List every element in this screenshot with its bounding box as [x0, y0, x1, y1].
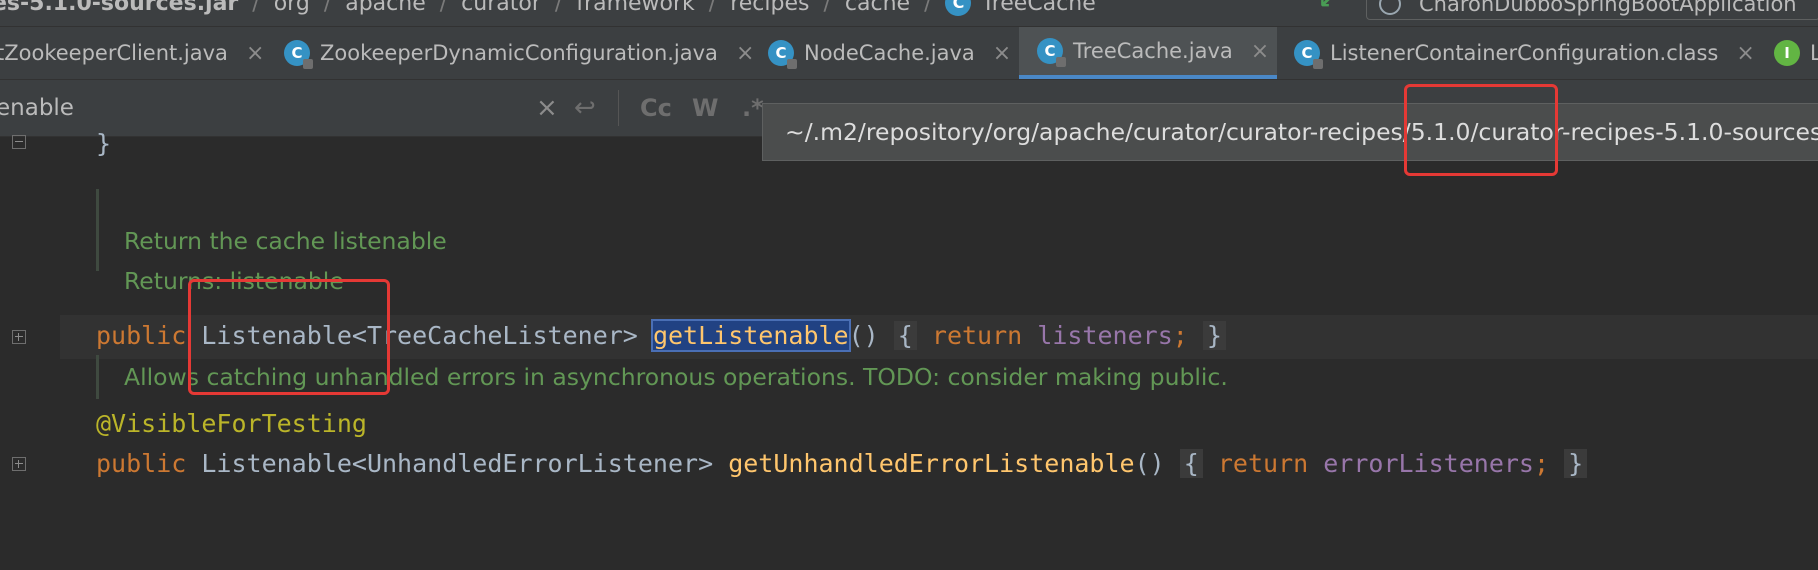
- breadcrumb-item[interactable]: curator: [461, 0, 541, 16]
- code-line: }: [96, 129, 112, 158]
- tab-label: NodeCache.java: [804, 41, 975, 65]
- tab-label: TreeCache.java: [1073, 39, 1233, 63]
- spring-boot-icon: [1379, 0, 1401, 15]
- tab-zookeeper-dynamic-configuration[interactable]: C ZookeeperDynamicConfiguration.java ×: [284, 27, 754, 79]
- breadcrumb-separator: /: [439, 0, 448, 16]
- close-icon[interactable]: ×: [246, 41, 264, 66]
- breadcrumb-item[interactable]: recipes: [730, 0, 809, 16]
- tab-label: tZookeeperClient.java: [0, 41, 228, 65]
- breadcrumb-separator: /: [924, 0, 932, 16]
- search-match: getListenable: [650, 319, 851, 352]
- tab-label: ListenerContainerConfiguration.class: [1330, 41, 1719, 65]
- breadcrumb-separator: /: [323, 0, 332, 16]
- build-hammer-icon[interactable]: ↙: [1318, 0, 1338, 16]
- class-icon: C: [284, 40, 313, 69]
- tab-label: L: [1810, 41, 1818, 65]
- find-divider: [618, 90, 619, 126]
- tab-tree-cache[interactable]: C TreeCache.java ×: [1019, 27, 1277, 79]
- doc-comment-line: Return the cache listenable: [124, 227, 447, 255]
- breadcrumb-item[interactable]: cache: [845, 0, 910, 16]
- run-configuration-label: CharonDubboSpringBootApplication: [1419, 0, 1797, 16]
- class-icon: C: [768, 40, 797, 69]
- class-icon: C: [1294, 40, 1323, 69]
- doc-comment-bar: [96, 355, 99, 399]
- file-path-tooltip: ~/.m2/repository/org/apache/curator/cura…: [762, 103, 1818, 161]
- doc-comment-bar: [96, 189, 99, 271]
- breadcrumb-item[interactable]: apache: [345, 0, 426, 16]
- expand-fold-icon[interactable]: [12, 457, 26, 471]
- tab-label: ZookeeperDynamicConfiguration.java: [320, 41, 718, 65]
- close-icon[interactable]: ×: [736, 41, 754, 66]
- regex-button[interactable]: .*: [742, 80, 764, 136]
- tab-listener-container-configuration[interactable]: C ListenerContainerConfiguration.class ×: [1294, 27, 1755, 79]
- tab-interface[interactable]: I L: [1774, 27, 1818, 79]
- breadcrumb-item-class[interactable]: TreeCache: [981, 0, 1095, 16]
- close-icon[interactable]: ×: [1251, 39, 1269, 64]
- breadcrumb-item[interactable]: framework: [576, 0, 694, 16]
- breadcrumb-item-jar[interactable]: es-5.1.0-sources.jar: [0, 0, 238, 16]
- fold-icon[interactable]: [12, 135, 26, 149]
- close-icon[interactable]: ×: [993, 41, 1011, 66]
- class-icon: C: [1037, 38, 1066, 67]
- clear-search-icon[interactable]: ×: [536, 80, 558, 136]
- return-type-highlight-box: [188, 279, 390, 395]
- breadcrumb-bar: es-5.1.0-sources.jar / org / apache / cu…: [0, 0, 1818, 27]
- breadcrumb: es-5.1.0-sources.jar / org / apache / cu…: [0, 0, 1096, 18]
- breadcrumb-separator: /: [823, 0, 831, 16]
- whole-words-button[interactable]: W: [692, 80, 718, 136]
- match-case-button[interactable]: Cc: [640, 80, 672, 136]
- expand-fold-icon[interactable]: [12, 330, 26, 344]
- interface-icon: I: [1774, 40, 1800, 66]
- search-input[interactable]: enable: [0, 80, 600, 136]
- breadcrumb-separator: /: [252, 0, 260, 16]
- tab-node-cache[interactable]: C NodeCache.java ×: [768, 27, 1011, 79]
- breadcrumb-separator: /: [708, 0, 717, 16]
- close-icon[interactable]: ×: [1736, 41, 1754, 66]
- editor-tab-strip: tZookeeperClient.java × C ZookeeperDynam…: [0, 27, 1818, 80]
- annotation-line: @VisibleForTesting: [96, 409, 367, 438]
- search-input-value: enable: [0, 95, 74, 121]
- run-configuration-selector[interactable]: CharonDubboSpringBootApplication: [1366, 0, 1818, 20]
- class-icon: C: [945, 0, 972, 16]
- breadcrumb-separator: /: [554, 0, 563, 16]
- version-highlight-box: [1404, 84, 1558, 176]
- breadcrumb-item[interactable]: org: [274, 0, 310, 16]
- tab-zookeeper-client[interactable]: tZookeeperClient.java ×: [0, 27, 264, 79]
- search-history-icon[interactable]: ↩: [574, 80, 596, 136]
- code-line-get-unhandled-error-listenable: public Listenable<UnhandledErrorListener…: [96, 449, 1588, 478]
